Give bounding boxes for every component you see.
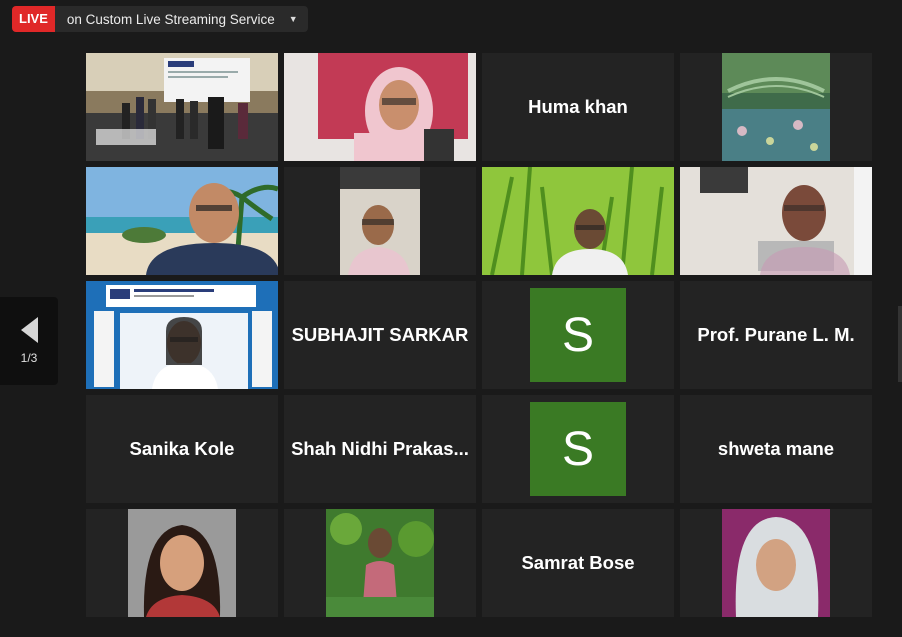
- participant-video: [284, 53, 476, 161]
- participant-tile[interactable]: Prof. Purane L. M.: [680, 281, 872, 389]
- participant-tile[interactable]: Huma khan: [482, 53, 674, 161]
- active-speaker-video: [86, 167, 278, 275]
- avatar: S: [530, 288, 626, 382]
- profile-photo-avatar: [722, 509, 830, 617]
- video-tile-participant[interactable]: [482, 167, 674, 275]
- conference-poster-video: [86, 281, 278, 389]
- participant-name: Huma khan: [528, 96, 628, 117]
- participant-tile[interactable]: SUBHAJIT SARKAR: [284, 281, 476, 389]
- video-tile-participant[interactable]: [284, 167, 476, 275]
- profile-photo-avatar: [128, 509, 236, 617]
- next-page-handle[interactable]: [898, 306, 902, 382]
- participant-tile[interactable]: Shah Nidhi Prakas...: [284, 395, 476, 503]
- video-tile-participant[interactable]: [680, 167, 872, 275]
- video-tile-poster[interactable]: [86, 281, 278, 389]
- previous-page-button[interactable]: 1/3: [0, 297, 58, 385]
- participant-name: Samrat Bose: [521, 552, 635, 573]
- participant-name: Prof. Purane L. M.: [697, 324, 855, 345]
- participant-video: [340, 167, 420, 275]
- stream-header: LIVE on Custom Live Streaming Service ▼: [12, 6, 308, 32]
- conference-room-video: [86, 53, 278, 161]
- participant-name: Sanika Kole: [129, 438, 235, 459]
- participant-tile[interactable]: S: [482, 281, 674, 389]
- stream-destination-dropdown[interactable]: on Custom Live Streaming Service ▼: [54, 6, 308, 32]
- stream-title: on Custom Live Streaming Service: [66, 11, 275, 27]
- participant-tile[interactable]: S: [482, 395, 674, 503]
- profile-photo-avatar: [326, 509, 434, 617]
- profile-photo-tile[interactable]: [86, 509, 278, 617]
- profile-photo-tile[interactable]: [284, 509, 476, 617]
- gallery-grid: Huma khan SUBHAJIT SARKAR S Prof. Purane…: [86, 53, 872, 617]
- video-tile-active-speaker[interactable]: [86, 167, 278, 275]
- participant-name: SUBHAJIT SARKAR: [291, 324, 469, 345]
- page-indicator: 1/3: [20, 351, 38, 365]
- participant-name: shweta mane: [717, 438, 835, 459]
- video-tile-conference-room[interactable]: [86, 53, 278, 161]
- live-badge: LIVE: [12, 6, 55, 32]
- participant-video: [680, 167, 872, 275]
- participant-tile[interactable]: shweta mane: [680, 395, 872, 503]
- participant-video: [482, 167, 674, 275]
- video-tile-participant[interactable]: [284, 53, 476, 161]
- participant-tile[interactable]: Samrat Bose: [482, 509, 674, 617]
- profile-photo-tile[interactable]: [680, 509, 872, 617]
- avatar: S: [530, 402, 626, 496]
- chevron-left-icon: [20, 317, 38, 343]
- video-tile-painting[interactable]: [680, 53, 872, 161]
- participant-tile[interactable]: Sanika Kole: [86, 395, 278, 503]
- water-lily-painting-avatar: [722, 53, 830, 161]
- caret-down-icon: ▼: [288, 14, 298, 24]
- participant-name: Shah Nidhi Prakas...: [291, 438, 469, 459]
